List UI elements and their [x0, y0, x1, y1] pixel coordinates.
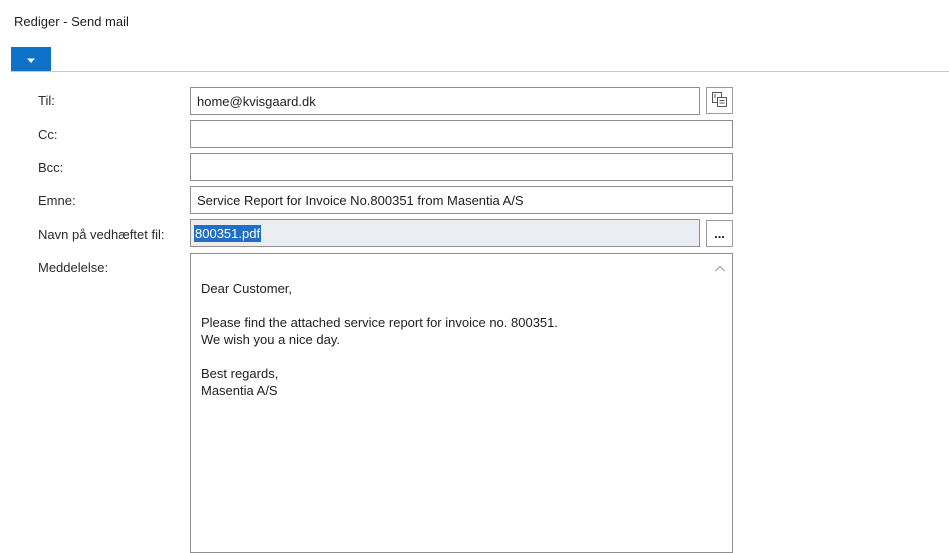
address-book-button[interactable]	[706, 87, 733, 114]
attachment-value: 800351.pdf	[194, 224, 262, 242]
browse-attachment-button[interactable]: ...	[706, 220, 733, 247]
to-value: home@kvisgaard.dk	[197, 93, 316, 109]
to-label: Til:	[38, 93, 55, 108]
ribbon-divider	[11, 71, 949, 72]
message-text: Dear Customer, Please find the attached …	[201, 280, 702, 416]
subject-field[interactable]: Service Report for Invoice No.800351 fro…	[190, 186, 733, 214]
message-body-textarea[interactable]: Dear Customer, Please find the attached …	[190, 253, 733, 553]
address-book-icon	[711, 91, 728, 111]
message-closing: Best regards,	[201, 366, 279, 381]
to-field[interactable]: home@kvisgaard.dk	[190, 87, 700, 115]
cc-field[interactable]	[190, 120, 733, 148]
attachment-label: Navn på vedhæftet fil:	[38, 227, 165, 242]
attachment-field[interactable]: 800351.pdf	[190, 219, 700, 247]
message-signature: Masentia A/S	[201, 383, 278, 398]
cc-label: Cc:	[38, 127, 58, 142]
message-body-line: Please find the attached service report …	[201, 315, 558, 330]
message-label: Meddelelse:	[38, 260, 109, 275]
message-greeting: Dear Customer,	[201, 281, 293, 296]
scroll-up-arrow-icon[interactable]	[714, 262, 726, 272]
subject-label: Emne:	[38, 193, 76, 208]
bcc-field[interactable]	[190, 153, 733, 181]
window-title: Rediger - Send mail	[14, 14, 129, 29]
ribbon-expand-button[interactable]	[11, 47, 51, 71]
bcc-label: Bcc:	[38, 160, 64, 175]
subject-value: Service Report for Invoice No.800351 fro…	[197, 192, 524, 208]
chevron-down-icon	[26, 52, 36, 67]
message-body-line: We wish you a nice day.	[201, 332, 340, 347]
